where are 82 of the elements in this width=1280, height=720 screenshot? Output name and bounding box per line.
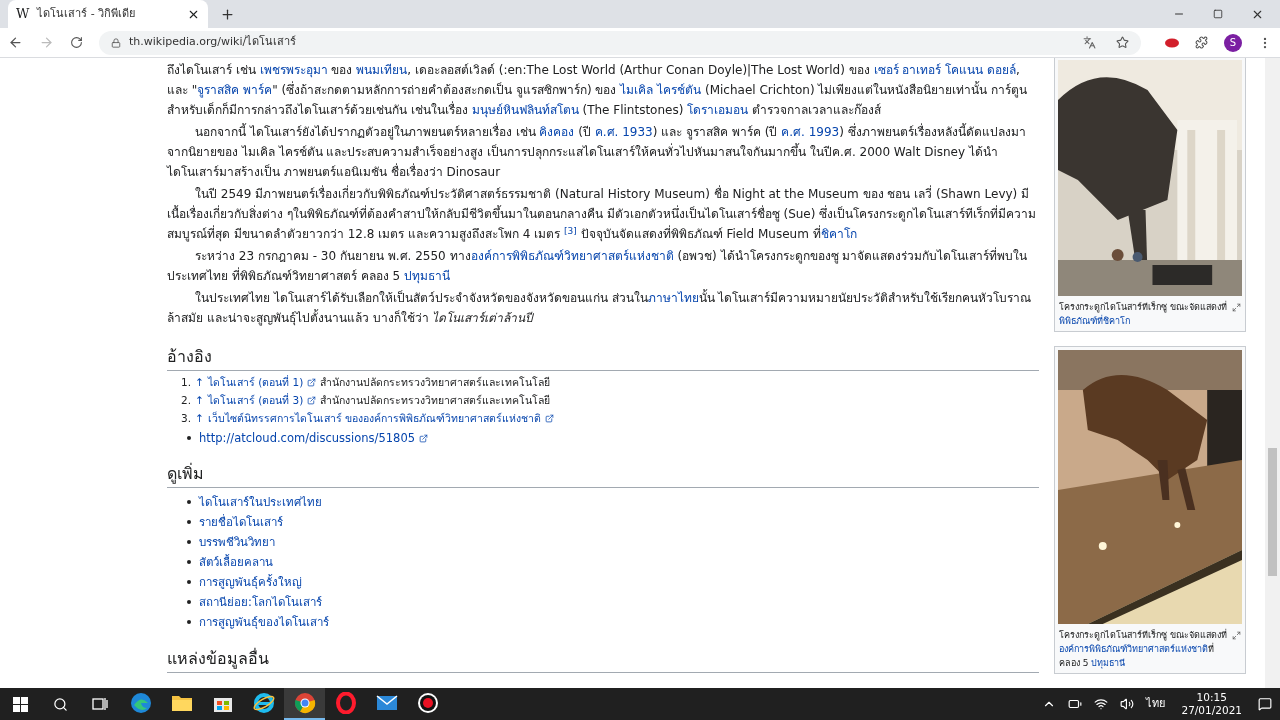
back-link[interactable]: ↑ — [195, 409, 204, 427]
see-also-link[interactable]: สถานีย่อย:โลกไดโนเสาร์ — [199, 592, 322, 612]
paragraph: นอกจากนี้ ไดโนเสาร์ยังได้ปรากฏตัวอยู่ในภาพยนตร์หลายเรื่อง เช่น คิงคอง (ปี ค.ศ. 1933) และ จูราสสิค พาร์ค (ปี ค.ศ. 1993) ซึ่งภาพยนตร์เรื่องหลังนี้ดัดแปลงมาจากนิยายของ ไมเคิล ไครช์ตัน และประสบความสำเร็จอย่างสูง เป็นการปลุกกระแสไดโนเสาร์ให้คนทั่วไปหันมาสนใจกันมากขึ้น ในปีค.ศ. 2000 Walt Disney ได้นำไดโนเสาร์มาสร้างเป็น ภาพยนตร์แอนิเมชัน ชื่อเรื่องว่า Dinosaur — [167, 122, 1027, 181]
scrollbar[interactable] — [1265, 58, 1280, 688]
mail-icon[interactable] — [375, 695, 398, 711]
figure-caption: โครงกระดูกไดโนสาร์ทีเร็กซู ขณะจัดแสดงที่ องค์การพิพิธภัณฑ์วิทยาศาสตร์แห่งชาติที่คลอง 5 ปทุมธานี — [1059, 628, 1228, 670]
paragraph: ในปี 2549 มีภาพยนตร์เรื่องเกี่ยวกับพิพิธภัณฑ์ประวัติศาสตร์ธรรมชาติ (Natural History Museum) ชื่อ Night at the Museum ของ ชอน เลวี่ (Shawn Levy) มีเนื้อเรื่องเกี่ยวกับสิ่งต่าง ๆในพิพิธภัณฑ์ที่ต้องคำสาปให้กลับมีชีวิตขึ้นมาในตอนกลางคืน มีตัวเอกตัวหนึ่งเป็นไดโนเสาร์ชื่อซู (Sue) ซึ่งเป็นโครงกระดูกไดโนเสาร์ทีเร็กที่มีความสมบูรณ์ที่สุด มีขนาดลำตัวยาวกว่า 12.8 เมตร และความสูงถึงสะโพก 4 เมตร $^{[3]}$ ปัจจุบันจัดแสดงที่พิพิธภัณฑ์ Field Museum ที่ชิคาโก — [167, 184, 1038, 244]
article-link[interactable]: จูราสสิค พาร์ค — [197, 83, 273, 97]
article-link[interactable]: ปทุมธานี — [403, 269, 450, 283]
record-icon[interactable] — [416, 692, 439, 714]
translate-icon[interactable] — [1083, 36, 1096, 49]
article-link[interactable]: ไมเคิล ไครช์ตัน — [620, 83, 702, 97]
section-heading: ดูเพิ่ม — [167, 463, 1039, 488]
clock-date[interactable]: 27/01/2021 — [1181, 704, 1242, 717]
reference-link[interactable]: ไดโนเสาร์ (ตอนที่ 3) — [207, 391, 304, 409]
wifi-icon[interactable] — [1094, 697, 1109, 711]
reference-number: 3. — [181, 411, 192, 426]
external-link-icon — [419, 433, 429, 443]
external-link-icon — [307, 395, 317, 405]
task-view-icon[interactable] — [92, 697, 108, 711]
enlarge-icon[interactable] — [1232, 631, 1241, 640]
reference-number: 1. — [181, 375, 192, 390]
article-link[interactable]: พิพิธภัณฑ์ที่ชิคาโก — [1059, 316, 1130, 326]
external-link[interactable]: http://atcloud.com/discussions/51805 — [199, 429, 416, 447]
new-tab-icon[interactable] — [220, 7, 235, 22]
external-link-icon — [307, 377, 317, 387]
article-link[interactable]: ค.ศ. 1993 — [781, 125, 840, 139]
see-also-link[interactable]: รายชื่อไดโนเสาร์ — [199, 512, 283, 532]
language-indicator[interactable]: ไทย — [1146, 695, 1166, 713]
paragraph: ในประเทศไทย ไดโนเสาร์ได้รับเลือกให้เป็นสัตว์ประจำจังหวัดของจังหวัดขอนแก่น ส่วนในภาษาไทยนั้น ไดโนเสาร์มีความหมายนัยประวัติสำหรับใช้เรียกคนหัวโบราณ ล้าสมัย และน่าจะสูญพันธุ์ไปตั้งนานแล้ว บางก็ใช้ว่า ไดโนเสาร์เต่าล้านปี — [167, 288, 1033, 328]
chrome-icon[interactable] — [293, 692, 316, 714]
battery-icon[interactable] — [1068, 697, 1083, 711]
article-link[interactable]: คิงคอง — [539, 125, 575, 139]
reference-source: สำนักงานปลัดกระทรวงวิทยาศาสตร์และเทคโนโลยี — [320, 393, 551, 408]
globe-e-icon[interactable] — [252, 692, 275, 714]
see-also-link[interactable]: ไดโนเสาร์ในประเทศไทย — [199, 492, 322, 512]
extensions-icon[interactable] — [1195, 36, 1208, 49]
article-link[interactable]: ปทุมธานี — [1091, 658, 1126, 668]
article-link[interactable]: เซอร์ อาเทอร์ โคแนน ดอยล์ — [873, 63, 1016, 77]
reference-link[interactable]: [3] — [564, 225, 577, 236]
article-link[interactable]: ค.ศ. 1933 — [594, 125, 653, 139]
back-icon[interactable] — [8, 35, 23, 50]
tab-title[interactable]: ไดโนเสาร์ - วิกิพีเดีย — [37, 5, 179, 23]
article-link[interactable]: มนุษย์หินฟลินท์สโตน — [471, 103, 579, 117]
article-link[interactable]: โดราเอมอน — [687, 103, 749, 117]
article-link[interactable]: องค์การพิพิธภัณฑ์วิทยาศาสตร์แห่งชาติ — [1059, 644, 1208, 654]
article-link[interactable]: เพชรพระอุมา — [259, 63, 328, 77]
folder-icon[interactable] — [170, 694, 193, 712]
see-also-link[interactable]: การสูญพันธุ์ของไดโนเสาร์ — [199, 612, 329, 632]
profile-avatar[interactable]: S — [1224, 33, 1242, 52]
section-heading: อ้างอิง — [167, 346, 1039, 371]
volume-icon[interactable] — [1120, 697, 1135, 711]
notifications-icon[interactable] — [1258, 697, 1272, 711]
see-also-link[interactable]: สัตว์เลื้อยคลาน — [199, 552, 273, 572]
section-heading: แหล่งข้อมูลอื่น — [167, 648, 1039, 673]
reload-icon[interactable] — [70, 36, 83, 49]
see-also-link[interactable]: บรรพชีวินวิทยา — [199, 532, 275, 552]
back-link[interactable]: ↑ — [195, 373, 204, 391]
bookmark-star-icon[interactable] — [1116, 36, 1129, 49]
reference-link[interactable]: เว็บไซต์นิทรรศการไดโนเสาร์ ขององค์การพิพิธภัณฑ์วิทยาศาสตร์แห่งชาติ — [207, 409, 542, 427]
maximize-icon[interactable] — [1213, 9, 1223, 19]
ring-icon[interactable] — [334, 692, 357, 714]
paragraph: ระหว่าง 23 กรกฎาคม - 30 กันยายน พ.ศ. 2550 ทางองค์การพิพิธภัณฑ์วิทยาศาสตร์แห่งชาติ (อพวช) ได้นำโครงกระดูกของซู มาจัดแสดงร่วมกับไดโนเสาร์ที่พบในประเทศไทย ที่พิพิธภัณฑ์วิทยาศาสตร์ คลอง 5 ปทุมธานี — [167, 246, 1029, 286]
tab-favicon: W — [16, 5, 30, 24]
article-link[interactable]: ภาษาไทย — [647, 291, 699, 305]
figure-caption: โครงกระดูกไดโนสาร์ทีเร็กซู ขณะจัดแสดงที่ พิพิธภัณฑ์ที่ชิคาโก — [1059, 300, 1228, 328]
external-link-icon — [545, 413, 555, 423]
article-link[interactable]: องค์การพิพิธภัณฑ์วิทยาศาสตร์แห่งชาติ — [470, 249, 674, 263]
reference-source: สำนักงานปลัดกระทรวงวิทยาศาสตร์และเทคโนโลยี — [320, 375, 551, 390]
browser-icon[interactable] — [129, 692, 152, 714]
reference-number: 2. — [181, 393, 192, 408]
reference-link[interactable]: ไดโนเสาร์ (ตอนที่ 1) — [207, 373, 304, 391]
search-icon[interactable] — [52, 696, 68, 712]
enlarge-icon[interactable] — [1232, 303, 1241, 312]
address-bar[interactable]: th.wikipedia.org/wiki/ไดโนเสาร์ — [99, 30, 1141, 55]
lock-icon[interactable] — [111, 37, 121, 48]
extension-icon[interactable] — [1165, 37, 1179, 48]
windows-logo-icon[interactable] — [12, 696, 28, 712]
see-also-link[interactable]: การสูญพันธุ์ครั้งใหญ่ — [199, 572, 302, 592]
back-link[interactable]: ↑ — [195, 391, 204, 409]
clock-time[interactable]: 10:15 — [1196, 691, 1227, 704]
paragraph: ถึงไดโนเสาร์ เช่น เพชรพระอุมา ของ พนมเทียน, เดอะลอสต์เวิลด์ (:en:The Lost World (Arthur Conan Doyle)|The Lost World) ของ เซอร์ อาเทอร์ โคแนน ดอยล์, และ "จูราสสิค พาร์ค" (ซึ่งถ้าสะกดตามหลักการถ่ายคำต้องสะกดเป็น จูแรสซิกพาร์ก) ของ ไมเคิล ไครช์ตัน (Michael Crichton) ไม่เพียงแต่ในหนังสือนิยายเท่านั้น การ์ตูนสำหรับเด็กก็มีการกล่าวถึงไดโนเสาร์ด้วยเช่นกัน เช่นในเรื่อง มนุษย์หินฟลินท์สโตน (The Flintstones) โดราเอมอน ตำรวจกาลเวลาและก๊องส์ — [167, 62, 1029, 120]
